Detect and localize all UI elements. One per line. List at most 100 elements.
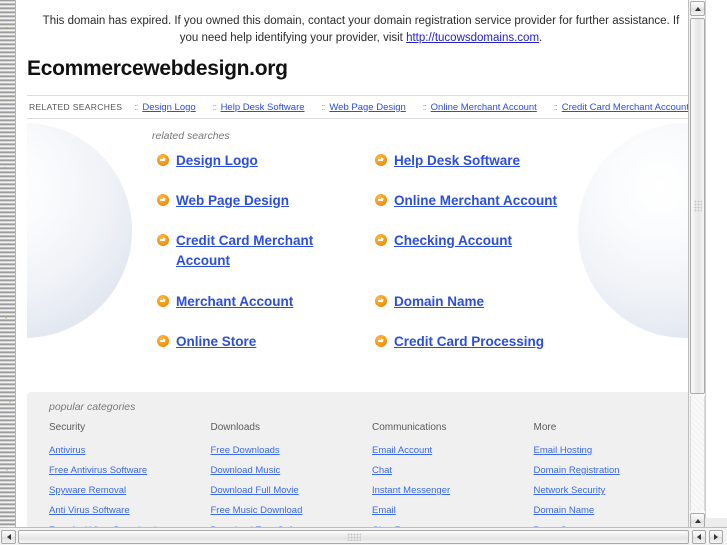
vertical-scrollbar[interactable] — [688, 0, 705, 545]
related-searches-bar-links: :: Design Logo :: Help Desk Software :: … — [134, 102, 693, 113]
category-column-communications: Communications Email Account Chat Instan… — [372, 422, 534, 527]
chevron-up-icon — [694, 518, 701, 523]
related-searches-link-grid: Design Logo Help Desk Software Web Page … — [27, 142, 695, 372]
related-searches-bar-label: RELATED SEARCHES — [29, 102, 123, 112]
related-search-item[interactable]: Credit Card Processing — [375, 332, 695, 372]
category-link-email-account[interactable]: Email Account — [372, 441, 534, 461]
horizontal-scrollbar-thumb[interactable] — [18, 530, 689, 544]
scrollbar-corner — [705, 518, 727, 527]
category-column-more: More Email Hosting Domain Registration N… — [534, 422, 696, 527]
separator-glyph: :: — [553, 102, 558, 112]
related-search-item[interactable]: Web Page Design — [157, 191, 375, 231]
related-search-link-merchant-account[interactable]: Merchant Account — [176, 292, 293, 312]
tucowsdomains-link[interactable]: http://tucowsdomains.com — [406, 32, 539, 44]
arrow-circle-right-icon — [375, 154, 387, 166]
separator-glyph: :: — [134, 102, 138, 112]
related-search-bar-item[interactable]: :: Credit Card Merchant Account — [554, 102, 689, 113]
related-search-bar-item[interactable]: :: Web Page Design — [321, 102, 405, 113]
arrow-circle-right-icon — [375, 295, 387, 307]
vertical-scrollbar-track[interactable] — [690, 396, 705, 511]
scroll-right-button[interactable] — [709, 530, 723, 544]
notice-text-before: This domain has expired. If you owned th… — [42, 15, 680, 44]
related-search-link-help-desk-software[interactable]: Help Desk Software — [394, 151, 520, 171]
category-link-download-full-movie[interactable]: Download Full Movie — [211, 481, 373, 501]
related-search-link-credit-card-processing[interactable]: Credit Card Processing — [394, 332, 544, 352]
arrow-circle-right-icon — [375, 234, 387, 246]
related-search-link-online-merchant-account[interactable]: Online Merchant Account — [394, 191, 557, 211]
horizontal-scrollbar[interactable] — [0, 527, 727, 545]
category-link-antivirus[interactable]: Antivirus — [49, 441, 211, 461]
category-link-free-downloads[interactable]: Free Downloads — [211, 441, 373, 461]
page-left-gutter-texture — [0, 0, 16, 527]
related-search-bar-link-credit-card-merchant-account[interactable]: Credit Card Merchant Account — [562, 102, 689, 113]
category-link-spyware-removal[interactable]: Spyware Removal — [49, 481, 211, 501]
related-search-link-online-store[interactable]: Online Store — [176, 332, 256, 352]
arrow-circle-right-icon — [157, 194, 169, 206]
chevron-right-icon — [714, 534, 718, 540]
popular-categories-heading: popular categories — [49, 401, 136, 413]
scrollbar-grip-icon — [693, 200, 702, 212]
category-link-chat[interactable]: Chat — [372, 461, 534, 481]
related-search-link-domain-name[interactable]: Domain Name — [394, 292, 484, 312]
scroll-left-button[interactable] — [1, 530, 16, 544]
page-content: This domain has expired. If you owned th… — [17, 0, 705, 527]
category-title: Downloads — [210, 422, 260, 433]
related-search-item[interactable]: Domain Name — [375, 292, 695, 332]
chevron-up-icon — [694, 6, 701, 11]
related-search-link-checking-account[interactable]: Checking Account — [394, 231, 512, 251]
related-search-item[interactable]: Merchant Account — [157, 292, 375, 332]
scroll-left-button-right-pair[interactable] — [692, 530, 706, 544]
related-search-bar-item[interactable]: :: Online Merchant Account — [423, 102, 537, 113]
related-search-bar-link-online-merchant-account[interactable]: Online Merchant Account — [431, 102, 537, 113]
scroll-up-button-lower[interactable] — [690, 513, 705, 528]
category-link-domain-name[interactable]: Domain Name — [534, 501, 696, 521]
category-link-anti-virus-software[interactable]: Anti Virus Software — [49, 501, 211, 521]
separator-glyph: :: — [212, 102, 217, 112]
category-column-security: Security Antivirus Free Antivirus Softwa… — [49, 422, 211, 527]
category-link-free-antivirus-software[interactable]: Free Antivirus Software — [49, 461, 211, 481]
notice-text-after: . — [539, 32, 543, 44]
category-link-network-security[interactable]: Network Security — [534, 481, 696, 501]
vertical-scrollbar-thumb[interactable] — [690, 18, 705, 394]
scrollbar-grip-icon — [346, 533, 361, 541]
category-link-domain-registration[interactable]: Domain Registration — [534, 461, 696, 481]
arrow-circle-right-icon — [375, 194, 387, 206]
related-search-item[interactable]: Help Desk Software — [375, 151, 695, 191]
related-search-item[interactable]: Credit Card Merchant Account — [157, 231, 375, 292]
separator-glyph: :: — [422, 102, 427, 112]
related-search-item[interactable]: Design Logo — [157, 151, 375, 191]
related-search-bar-link-design-logo[interactable]: Design Logo — [142, 102, 195, 113]
related-search-bar-link-help-desk-software[interactable]: Help Desk Software — [221, 102, 305, 113]
related-searches-bar: RELATED SEARCHES :: Design Logo :: Help … — [27, 95, 695, 119]
arrow-circle-right-icon — [157, 154, 169, 166]
category-link-download-music[interactable]: Download Music — [211, 461, 373, 481]
category-link-email[interactable]: Email — [372, 501, 534, 521]
related-search-bar-item[interactable]: :: Help Desk Software — [213, 102, 305, 113]
category-column-downloads: Downloads Free Downloads Download Music … — [211, 422, 373, 527]
scroll-up-button[interactable] — [690, 1, 705, 16]
arrow-circle-right-icon — [375, 335, 387, 347]
separator-glyph: :: — [321, 102, 325, 112]
category-link-email-hosting[interactable]: Email Hosting — [534, 441, 696, 461]
related-searches-main: related searches Design Logo Help Desk S… — [27, 119, 695, 374]
category-link-free-music-download[interactable]: Free Music Download — [211, 501, 373, 521]
right-margin-column — [705, 0, 727, 527]
popular-categories-grid: Security Antivirus Free Antivirus Softwa… — [27, 413, 695, 527]
related-search-link-credit-card-merchant-account[interactable]: Credit Card Merchant Account — [176, 231, 336, 271]
related-searches-heading: related searches — [152, 130, 230, 142]
related-search-bar-item[interactable]: :: Design Logo — [134, 102, 195, 113]
related-search-link-design-logo[interactable]: Design Logo — [176, 151, 258, 171]
chevron-left-icon — [697, 534, 701, 540]
arrow-circle-right-icon — [157, 234, 169, 246]
related-search-bar-link-web-page-design[interactable]: Web Page Design — [329, 102, 405, 113]
related-search-item[interactable]: Online Store — [157, 332, 375, 372]
related-search-link-web-page-design[interactable]: Web Page Design — [176, 191, 289, 211]
category-title: More — [533, 422, 557, 433]
category-title: Security — [49, 422, 86, 433]
related-search-item[interactable]: Checking Account — [375, 231, 695, 292]
related-search-item[interactable]: Online Merchant Account — [375, 191, 695, 231]
page-title: Ecommercewebdesign.org — [27, 57, 288, 80]
chevron-left-icon — [6, 534, 11, 540]
category-link-instant-messenger[interactable]: Instant Messenger — [372, 481, 534, 501]
popular-categories-panel: popular categories Security Antivirus Fr… — [27, 392, 695, 527]
